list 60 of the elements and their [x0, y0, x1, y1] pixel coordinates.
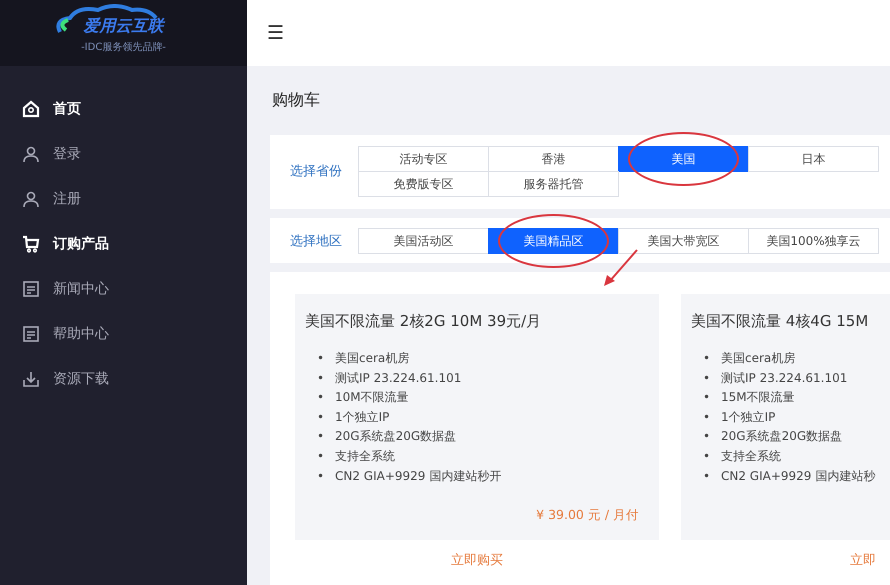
sidebar-item[interactable]: 新闻中心	[0, 266, 247, 311]
product-title: 美国不限流量 2核2G 10M 39元/月	[305, 312, 542, 331]
feature-item: CN2 GIA+9929 国内建站秒	[721, 468, 876, 485]
feature-item: 美国cera机房	[335, 350, 410, 367]
cart-icon	[22, 234, 40, 252]
filter-option[interactable]: 服务器托管	[488, 171, 619, 197]
bullet-mark: •	[703, 370, 711, 387]
sidebar-item[interactable]: 登录	[0, 131, 247, 176]
feature-item: 支持全系统	[335, 448, 395, 465]
bullet-mark: •	[317, 389, 325, 406]
filter-label: 选择地区	[290, 232, 343, 250]
bullet-mark: •	[317, 448, 325, 465]
sidebar-item[interactable]: 订购产品	[0, 221, 247, 266]
feature-item: CN2 GIA+9929 国内建站秒开	[335, 468, 502, 485]
feature-item: 20G系统盘20G数据盘	[335, 428, 456, 446]
filter-option[interactable]: 美国活动区	[358, 228, 489, 254]
logo-slogan: -IDC服务领先品牌-	[81, 40, 166, 54]
feature-item: 1个独立IP	[335, 408, 390, 426]
feature-item: 美国cera机房	[721, 350, 796, 367]
feature-item: 15M不限流量	[721, 389, 795, 406]
menu-button[interactable]: ☰	[263, 22, 288, 44]
filter-option[interactable]: 美国	[618, 146, 749, 172]
bullet-mark: •	[317, 428, 325, 446]
bullet-mark: •	[317, 408, 325, 426]
page-title: 购物车	[272, 90, 321, 111]
bullet-mark: •	[703, 389, 711, 406]
user-icon	[22, 144, 40, 162]
filter-option[interactable]: 美国精品区	[488, 228, 619, 254]
feature-item: 20G系统盘20G数据盘	[721, 428, 842, 446]
sidebar-item[interactable]: 首页	[0, 86, 247, 131]
download-icon	[22, 370, 40, 388]
filter-option[interactable]: 美国100%独享云	[748, 228, 879, 254]
bullet-mark: •	[703, 350, 711, 367]
bullet-mark: •	[703, 408, 711, 426]
bullet-mark: •	[317, 350, 325, 367]
sidebar-item[interactable]: 资源下载	[0, 356, 247, 401]
feature-item: 1个独立IP	[721, 408, 776, 426]
product-title: 美国不限流量 4核4G 15M	[691, 312, 870, 331]
sidebar-item[interactable]: 注册	[0, 176, 247, 221]
product-price: ¥ 39.00 元 / 月付	[536, 507, 639, 522]
home-icon	[22, 100, 40, 118]
logo-text: 爱用云互联	[84, 16, 164, 37]
filter-option[interactable]: 免费版专区	[358, 171, 489, 197]
filter-option[interactable]: 活动专区	[358, 146, 489, 172]
feature-item: 10M不限流量	[335, 389, 409, 406]
bullet-mark: •	[703, 448, 711, 465]
feature-item: 测试IP 23.224.61.101	[721, 370, 848, 387]
bullet-mark: •	[317, 468, 325, 485]
bullet-mark: •	[703, 428, 711, 446]
bullet-mark: •	[703, 468, 711, 485]
sidebar-item[interactable]: 帮助中心	[0, 311, 247, 356]
filter-label: 选择省份	[290, 163, 343, 180]
feature-item: 支持全系统	[721, 448, 781, 465]
document-icon	[22, 324, 40, 342]
filter-option[interactable]: 日本	[748, 146, 879, 172]
bullet-mark: •	[317, 370, 325, 387]
filter-option[interactable]: 美国大带宽区	[618, 228, 749, 254]
document-icon	[22, 280, 40, 298]
user-icon	[22, 190, 40, 208]
feature-item: 测试IP 23.224.61.101	[335, 370, 462, 387]
